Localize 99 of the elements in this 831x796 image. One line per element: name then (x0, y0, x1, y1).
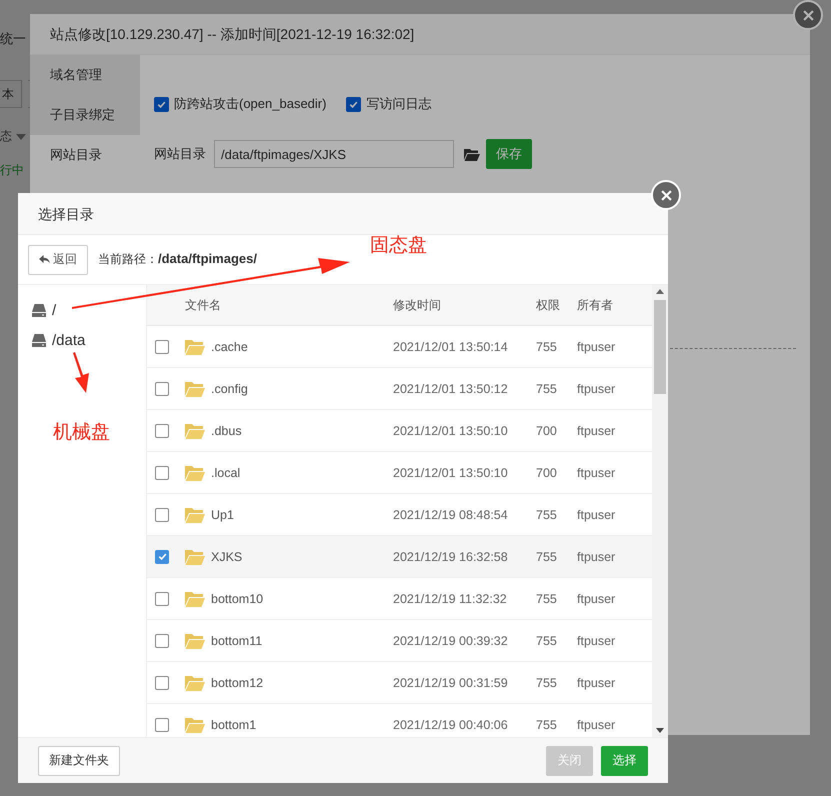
table-cell-text: 2021/12/01 13:50:12 (393, 382, 509, 396)
file-name[interactable]: bottom1 (211, 718, 256, 732)
annotation-label: 固态盘 (370, 234, 427, 258)
file-name[interactable]: .cache (211, 340, 248, 354)
table-cell-text: 755 (536, 508, 558, 522)
table-cell-text: ftpuser (577, 718, 616, 732)
annotation-label: 机械盘 (53, 421, 110, 445)
new-folder-button[interactable]: 新建文件夹 (38, 746, 120, 776)
checkbox[interactable] (346, 96, 362, 112)
table-cell-text: 755 (536, 634, 558, 648)
table-cell-text: 2021/12/19 00:39:32 (393, 634, 509, 648)
drive-icon (32, 334, 46, 346)
folder-icon (185, 380, 205, 396)
table-cell-text: 755 (536, 718, 558, 732)
checkbox[interactable] (155, 718, 169, 732)
folder-icon (185, 590, 205, 606)
table-cell-text: ftpuser (577, 508, 616, 522)
file-name[interactable]: .local (211, 466, 240, 480)
table-cell-text: 2021/12/19 00:40:06 (393, 718, 509, 732)
column-header: 修改时间 (393, 296, 442, 314)
file-name[interactable]: .dbus (211, 424, 242, 438)
checkbox[interactable] (155, 550, 169, 564)
table-cell-text: 2021/12/01 13:50:14 (393, 340, 509, 354)
folder-icon[interactable] (464, 148, 480, 160)
toolbar-button[interactable]: 本 (0, 80, 22, 108)
file-name[interactable]: bottom12 (211, 676, 264, 690)
drive-icon (32, 304, 46, 316)
file-name[interactable]: Up1 (211, 508, 234, 522)
checkbox[interactable] (155, 340, 169, 354)
table-cell-text: ftpuser (577, 466, 616, 480)
table-cell-text: ftpuser (577, 382, 616, 396)
option-label: 写访问日志 (366, 95, 432, 113)
table-cell-text: ftpuser (577, 592, 616, 606)
input-field[interactable]: /data/ftpimages/XJKS (214, 140, 454, 168)
dialog-title: 选择目录 (18, 193, 668, 235)
checkbox[interactable] (155, 466, 169, 480)
table-cell-text: 755 (536, 340, 558, 354)
dialog-title: 站点修改[10.129.230.47] -- 添加时间[2021-12-19 16:32:02] (30, 14, 810, 55)
folder-icon (185, 716, 205, 732)
current-path: 当前路径：/data/ftpimages/ (98, 251, 257, 268)
back-button[interactable]: 返回 (28, 244, 88, 274)
table-cell-text: 755 (536, 676, 558, 690)
scrollbar-thumb[interactable] (654, 300, 666, 394)
table-cell-text: 2021/12/01 13:50:10 (393, 424, 509, 438)
table-cell-text: 755 (536, 550, 558, 564)
checkbox[interactable] (155, 634, 169, 648)
status-text: 行中 (0, 162, 24, 179)
table-cell-text: ftpuser (577, 550, 616, 564)
check-icon (156, 551, 168, 562)
folder-icon (185, 506, 205, 522)
table-cell-text: 700 (536, 424, 558, 438)
checkbox[interactable] (155, 508, 169, 522)
table-cell-text: ftpuser (577, 340, 616, 354)
file-name[interactable]: bottom10 (211, 592, 264, 606)
table-cell-text: 755 (536, 382, 558, 396)
page-heading: 统一 (0, 30, 26, 48)
folder-icon (185, 632, 205, 648)
folder-icon (185, 674, 205, 690)
table-cell-text: 2021/12/19 00:31:59 (393, 676, 509, 690)
table-cell-text: ftpuser (577, 424, 616, 438)
file-name[interactable]: XJKS (211, 550, 242, 564)
checkbox[interactable] (154, 96, 169, 112)
file-name[interactable]: bottom11 (211, 634, 262, 648)
table-cell-text: 2021/12/19 16:32:58 (393, 550, 509, 564)
column-header: 所有者 (577, 296, 614, 314)
drive-item[interactable]: / (52, 302, 56, 318)
drive-item[interactable]: /data (52, 332, 86, 348)
caret-down-icon[interactable] (656, 728, 664, 733)
folder-icon (185, 338, 205, 354)
folder-icon (185, 422, 205, 438)
field-label: 网站目录 (154, 145, 206, 163)
table-cell-text: ftpuser (577, 676, 616, 690)
status-filter[interactable]: 态 (0, 128, 12, 145)
column-header: 权限 (536, 296, 561, 314)
checkbox[interactable] (155, 382, 169, 396)
checkbox[interactable] (155, 424, 169, 438)
close-icon[interactable] (793, 0, 823, 30)
checkbox[interactable] (155, 676, 169, 690)
checkbox[interactable] (155, 592, 169, 606)
sidebar-tab[interactable]: 域名管理 (30, 55, 140, 95)
table-cell-text: 700 (536, 466, 558, 480)
table-cell-text: ftpuser (577, 634, 616, 648)
folder-icon (185, 548, 205, 564)
check-icon (348, 98, 360, 110)
reply-arrow-icon (39, 255, 50, 264)
table-cell-text: 2021/12/19 08:48:54 (393, 508, 509, 522)
folder-icon (185, 464, 205, 480)
table-cell-text: 755 (536, 592, 558, 606)
column-header: 文件名 (185, 296, 222, 314)
annotation-arrow (73, 352, 89, 393)
option-label: 防跨站攻击(open_basedir) (174, 95, 326, 113)
file-name[interactable]: .config (211, 382, 248, 396)
check-icon (156, 98, 167, 110)
sidebar-tab[interactable]: 网站目录 (30, 135, 140, 175)
table-cell-text: 2021/12/01 13:50:10 (393, 466, 509, 480)
sidebar-tab[interactable]: 子目录绑定 (30, 95, 140, 135)
caret-up-icon[interactable] (656, 289, 664, 294)
scrollbar[interactable] (652, 285, 668, 737)
table-cell-text: 2021/12/19 11:32:32 (393, 592, 508, 606)
